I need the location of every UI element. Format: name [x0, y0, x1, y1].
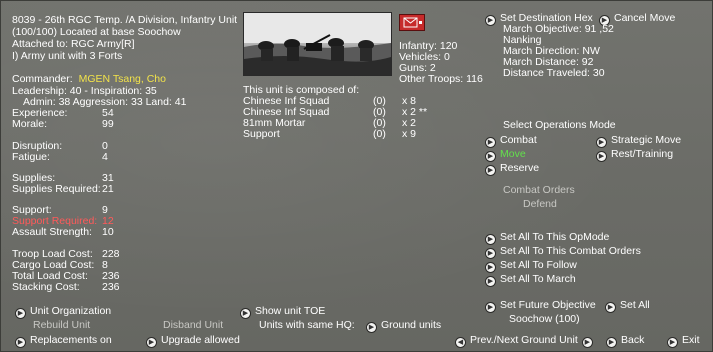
- move-mode-label: Move: [500, 148, 526, 160]
- show-unit-toe-button[interactable]: ▶ Show unit TOE: [241, 305, 325, 318]
- back-label: Back: [621, 334, 645, 346]
- arrow-right-icon: ▶: [486, 303, 495, 312]
- set-all-march-label: Set All To March: [500, 273, 576, 285]
- composition-row[interactable]: Support: [243, 129, 280, 140]
- arrow-left-icon: ◀: [456, 338, 465, 347]
- arrow-right-icon: ▶: [668, 338, 677, 347]
- stat-value: 21: [102, 183, 114, 195]
- arrow-right-icon: ▶: [597, 138, 606, 147]
- distance-traveled: Distance Traveled: 30: [503, 67, 605, 79]
- prev-next-ground-unit-button[interactable]: ◀ Prev./Next Ground Unit ▶: [456, 334, 592, 347]
- combat-mode-label: Combat: [500, 134, 537, 146]
- combat-mode-button[interactable]: ▶ Combat: [486, 134, 537, 147]
- ops-mode-title: Select Operations Mode: [503, 119, 616, 131]
- stat-label: Assault Strength:: [12, 226, 92, 238]
- strategic-move-label: Strategic Move: [611, 134, 682, 146]
- arrow-right-icon: ▶: [16, 338, 25, 347]
- reserve-mode-label: Reserve: [500, 162, 540, 174]
- stat-value: 4: [102, 151, 108, 163]
- arrow-right-icon: ▶: [486, 235, 495, 244]
- nation-flag-icon: [399, 14, 425, 31]
- stat-value: 10: [102, 226, 114, 238]
- strategic-move-button[interactable]: ▶ Strategic Move: [597, 134, 681, 147]
- unit-title: 8039 - 26th RGC Temp. /A Division, Infan…: [12, 14, 238, 26]
- combat-order-value[interactable]: Defend: [523, 199, 557, 210]
- replacements-label: Replacements on: [30, 334, 112, 346]
- future-objective-value: Soochow (100): [509, 313, 580, 325]
- prev-next-label: Prev./Next Ground Unit: [470, 334, 578, 346]
- unit-organization-button[interactable]: ▶ Unit Organization: [16, 305, 111, 318]
- arrow-right-icon: ▶: [16, 309, 25, 318]
- arrow-right-icon: ▶: [486, 138, 495, 147]
- arrow-right-icon: ▶: [486, 263, 495, 272]
- arrow-right-icon: ▶: [597, 152, 606, 161]
- reserve-mode-button[interactable]: ▶ Reserve: [486, 162, 539, 175]
- replacements-toggle[interactable]: ▶ Replacements on: [16, 334, 112, 347]
- other-troops-count: Other Troops: 116: [399, 73, 483, 85]
- element-name: Support: [243, 128, 280, 140]
- stat-label: Supplies Required:: [12, 183, 101, 195]
- arrow-right-icon: ▶: [486, 277, 495, 286]
- set-all-label: Set All: [620, 299, 650, 311]
- unit-photo: [243, 12, 392, 76]
- set-all-combat-orders-button[interactable]: ▶ Set All To This Combat Orders: [486, 245, 641, 258]
- element-damage: (0): [373, 128, 386, 140]
- stat-label: Fatigue:: [12, 151, 50, 163]
- stat-value: 236: [102, 281, 120, 293]
- unit-strength-location: (100/100) Located at base Soochow: [12, 26, 181, 38]
- commander-name[interactable]: MGEN Tsang, Cho: [79, 73, 166, 85]
- commander-row: Commander: MGEN Tsang, Cho: [12, 74, 166, 85]
- stat-value: 99: [102, 118, 114, 130]
- set-all-march-button[interactable]: ▶ Set All To March: [486, 273, 576, 286]
- arrow-right-icon: ▶: [582, 338, 592, 347]
- rest-training-button[interactable]: ▶ Rest/Training: [597, 148, 673, 161]
- unit-organization-label: Unit Organization: [30, 305, 112, 317]
- set-all-opmode-button[interactable]: ▶ Set All To This OpMode: [486, 231, 609, 244]
- set-all-button[interactable]: ▶ Set All: [606, 299, 650, 312]
- units-same-hq-label: Units with same HQ:: [259, 319, 355, 331]
- disband-unit-button[interactable]: Disband Unit: [163, 320, 223, 331]
- stat-label: Morale:: [12, 118, 48, 130]
- arrow-right-icon: ▶: [486, 249, 495, 258]
- rebuild-unit-button[interactable]: Rebuild Unit: [33, 320, 90, 331]
- arrow-right-icon: ▶: [241, 309, 250, 318]
- back-button[interactable]: ▶ Back: [607, 334, 644, 347]
- arrow-right-icon: ▶: [606, 303, 615, 312]
- arrow-right-icon: ▶: [607, 338, 616, 347]
- ground-units-label: Ground units: [381, 319, 442, 331]
- upgrade-label: Upgrade allowed: [161, 334, 240, 346]
- ground-units-button[interactable]: ▶ Ground units: [367, 319, 441, 332]
- set-all-opmode-label: Set All To This OpMode: [500, 231, 610, 243]
- commander-label: Commander:: [12, 73, 73, 85]
- exit-button[interactable]: ▶ Exit: [668, 334, 700, 347]
- arrow-right-icon: ▶: [367, 323, 376, 332]
- arrow-right-icon: ▶: [486, 16, 495, 25]
- rest-training-label: Rest/Training: [611, 148, 674, 160]
- unit-attached-to: Attached to: RGC Army[R]: [12, 38, 135, 50]
- unit-detail-panel: 8039 - 26th RGC Temp. /A Division, Infan…: [0, 0, 713, 352]
- arrow-right-icon: ▶: [486, 166, 495, 175]
- upgrade-toggle[interactable]: ▶ Upgrade allowed: [147, 334, 240, 347]
- unit-army-forts: I) Army unit with 3 Forts: [12, 50, 123, 62]
- cancel-move-label: Cancel Move: [614, 12, 676, 24]
- set-future-objective-label: Set Future Objective: [500, 299, 596, 311]
- arrow-right-icon: ▶: [486, 152, 495, 161]
- set-all-combat-orders-label: Set All To This Combat Orders: [500, 245, 641, 257]
- exit-label: Exit: [682, 334, 700, 346]
- soldiers-photo-image: [244, 13, 391, 75]
- move-mode-button[interactable]: ▶ Move: [486, 148, 526, 161]
- set-all-follow-label: Set All To Follow: [500, 259, 577, 271]
- arrow-right-icon: ▶: [147, 338, 156, 347]
- show-unit-toe-label: Show unit TOE: [255, 305, 326, 317]
- combat-orders-title: Combat Orders: [503, 184, 575, 196]
- element-count: x 9: [402, 128, 417, 140]
- stat-label: Stacking Cost:: [12, 281, 80, 293]
- set-future-objective-button[interactable]: ▶ Set Future Objective: [486, 299, 596, 312]
- set-all-follow-button[interactable]: ▶ Set All To Follow: [486, 259, 577, 272]
- envelope-icon: [403, 17, 422, 28]
